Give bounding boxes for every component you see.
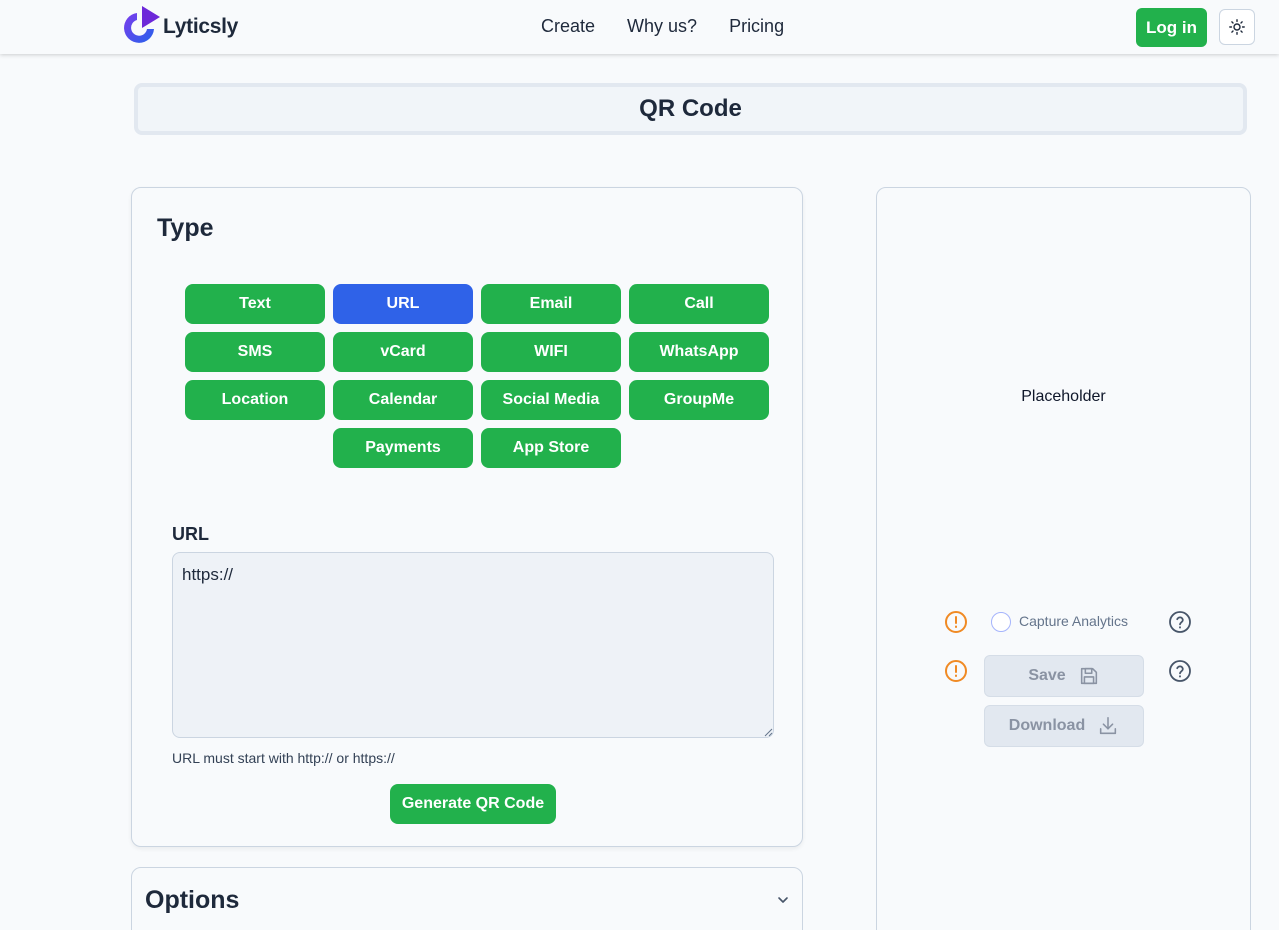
type-button-sms[interactable]: SMS xyxy=(185,332,325,372)
type-button-location[interactable]: Location xyxy=(185,380,325,420)
chevron-down-icon[interactable] xyxy=(777,896,789,904)
capture-analytics-radio[interactable] xyxy=(991,612,1011,632)
download-icon xyxy=(1100,716,1117,735)
warning-icon xyxy=(945,660,967,682)
type-button-url[interactable]: URL xyxy=(333,284,473,324)
brand-name: Lyticsly xyxy=(163,15,239,38)
nav-link-why-us[interactable]: Why us? xyxy=(627,16,697,37)
save-button[interactable]: Save xyxy=(984,655,1144,697)
download-label: Download xyxy=(1008,717,1086,734)
page-title-bar: QR Code xyxy=(134,83,1247,135)
preview-card: Placeholder Capture Analytics Save Downl… xyxy=(876,187,1251,930)
type-button-call[interactable]: Call xyxy=(629,284,769,324)
save-label: Save xyxy=(1028,667,1066,684)
download-button[interactable]: Download xyxy=(984,705,1144,747)
type-button-payments[interactable]: Payments xyxy=(333,428,473,468)
nav-link-create[interactable]: Create xyxy=(541,16,595,37)
url-input[interactable] xyxy=(172,552,774,738)
lyticsly-logo-icon xyxy=(124,6,160,43)
url-field-label: URL xyxy=(172,524,209,544)
type-button-calendar[interactable]: Calendar xyxy=(333,380,473,420)
type-button-groupme[interactable]: GroupMe xyxy=(629,380,769,420)
type-button-social-media[interactable]: Social Media xyxy=(481,380,621,420)
sun-icon xyxy=(1229,19,1245,35)
resize-handle-icon[interactable] xyxy=(763,727,773,737)
type-button-email[interactable]: Email xyxy=(481,284,621,324)
save-icon xyxy=(1080,667,1097,685)
brand-logo[interactable]: Lyticsly xyxy=(117,5,238,49)
page-title: QR Code xyxy=(639,95,742,122)
nav-link-pricing[interactable]: Pricing xyxy=(729,16,784,37)
nav-links: Create Why us? Pricing xyxy=(541,16,784,37)
options-title: Options xyxy=(145,886,240,914)
type-button-app-store[interactable]: App Store xyxy=(481,428,621,468)
help-icon[interactable] xyxy=(1168,659,1192,683)
warning-icon xyxy=(945,611,967,633)
type-heading: Type xyxy=(157,214,214,242)
type-button-wifi[interactable]: WIFI xyxy=(481,332,621,372)
login-button[interactable]: Log in xyxy=(1136,8,1207,47)
generate-qr-button[interactable]: Generate QR Code xyxy=(390,784,556,824)
theme-toggle-button[interactable] xyxy=(1219,9,1255,45)
type-button-text[interactable]: Text xyxy=(185,284,325,324)
options-card[interactable]: Options xyxy=(131,867,803,930)
type-button-vcard[interactable]: vCard xyxy=(333,332,473,372)
type-card: Type Text URL Email Call SMS vCard WIFI … xyxy=(131,187,803,847)
type-button-whatsapp[interactable]: WhatsApp xyxy=(629,332,769,372)
help-icon[interactable] xyxy=(1168,610,1192,634)
url-hint: URL must start with http:// or https:// xyxy=(172,750,395,766)
qr-placeholder: Placeholder xyxy=(1021,388,1106,405)
navbar: Lyticsly Create Why us? Pricing Log in xyxy=(0,0,1279,54)
capture-analytics-label: Capture Analytics xyxy=(1019,613,1128,629)
